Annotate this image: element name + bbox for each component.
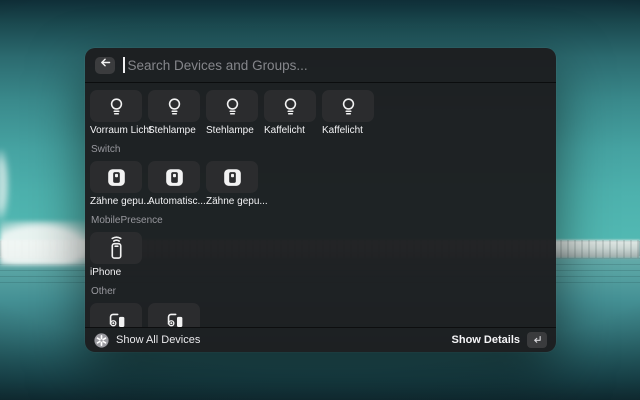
device-tile[interactable] — [206, 90, 258, 122]
device-label: Kaffelicht — [264, 126, 305, 136]
other-device-icon — [105, 308, 128, 328]
device-tile[interactable] — [90, 232, 142, 264]
tile-row: Vorraum LichtStehlampeStehlampeKaffelich… — [90, 90, 551, 136]
return-key-button[interactable] — [527, 332, 547, 348]
device-cell: Stehlampe — [148, 90, 200, 136]
device-cell: Automatisc... — [148, 161, 200, 207]
device-cell: iPhone — [90, 232, 142, 278]
device-cell: Kaffelicht — [322, 90, 374, 136]
device-tile[interactable] — [148, 90, 200, 122]
flower-icon — [94, 333, 109, 348]
device-cell — [90, 303, 142, 327]
device-label: Zähne gepu... — [90, 197, 152, 207]
switch-icon — [106, 167, 127, 188]
desktop: Vorraum LichtStehlampeStehlampeKaffelich… — [0, 0, 640, 400]
device-tile[interactable] — [206, 161, 258, 193]
device-cell: Vorraum Licht — [90, 90, 142, 136]
device-cell: Kaffelicht — [264, 90, 316, 136]
show-details-button[interactable]: Show Details — [452, 334, 520, 346]
section-header: MobilePresence — [91, 215, 551, 227]
footer-bar: Show All Devices Show Details — [85, 327, 556, 352]
tile-row: iPhone — [90, 232, 551, 278]
device-cell — [148, 303, 200, 327]
device-cell: Stehlampe — [206, 90, 258, 136]
lightbulb-icon — [164, 96, 185, 117]
device-label: Vorraum Licht — [90, 126, 152, 136]
tile-row — [90, 303, 551, 327]
show-all-devices-button[interactable]: Show All Devices — [116, 334, 200, 346]
device-label: Stehlampe — [148, 126, 196, 136]
back-button[interactable] — [95, 57, 115, 74]
lightbulb-icon — [106, 96, 127, 117]
device-tile[interactable] — [148, 303, 200, 327]
device-label: Kaffelicht — [322, 126, 363, 136]
device-label: Zähne gepu... — [206, 197, 268, 207]
search-input[interactable] — [128, 58, 547, 73]
search-panel: Vorraum LichtStehlampeStehlampeKaffelich… — [85, 48, 556, 352]
device-label: Stehlampe — [206, 126, 254, 136]
device-tile[interactable] — [90, 161, 142, 193]
results-area[interactable]: Vorraum LichtStehlampeStehlampeKaffelich… — [85, 84, 556, 327]
device-tile[interactable] — [148, 161, 200, 193]
return-key-icon — [531, 334, 543, 346]
lightbulb-icon — [222, 96, 243, 117]
section-header: Other — [91, 286, 551, 298]
device-tile[interactable] — [90, 90, 142, 122]
other-device-icon — [163, 308, 186, 328]
search-bar — [85, 48, 556, 83]
arrow-left-icon — [99, 56, 112, 74]
section-header: Switch — [91, 144, 551, 156]
lightbulb-icon — [338, 96, 359, 117]
device-cell: Zähne gepu... — [206, 161, 258, 207]
tile-row: Zähne gepu...Automatisc...Zähne gepu... — [90, 161, 551, 207]
device-label: iPhone — [90, 268, 121, 278]
iphone-icon — [105, 236, 128, 261]
device-tile[interactable] — [264, 90, 316, 122]
device-cell: Zähne gepu... — [90, 161, 142, 207]
device-tile[interactable] — [322, 90, 374, 122]
lightbulb-icon — [280, 96, 301, 117]
switch-icon — [222, 167, 243, 188]
switch-icon — [164, 167, 185, 188]
device-label: Automatisc... — [148, 197, 206, 207]
text-caret — [123, 57, 125, 73]
device-tile[interactable] — [90, 303, 142, 327]
